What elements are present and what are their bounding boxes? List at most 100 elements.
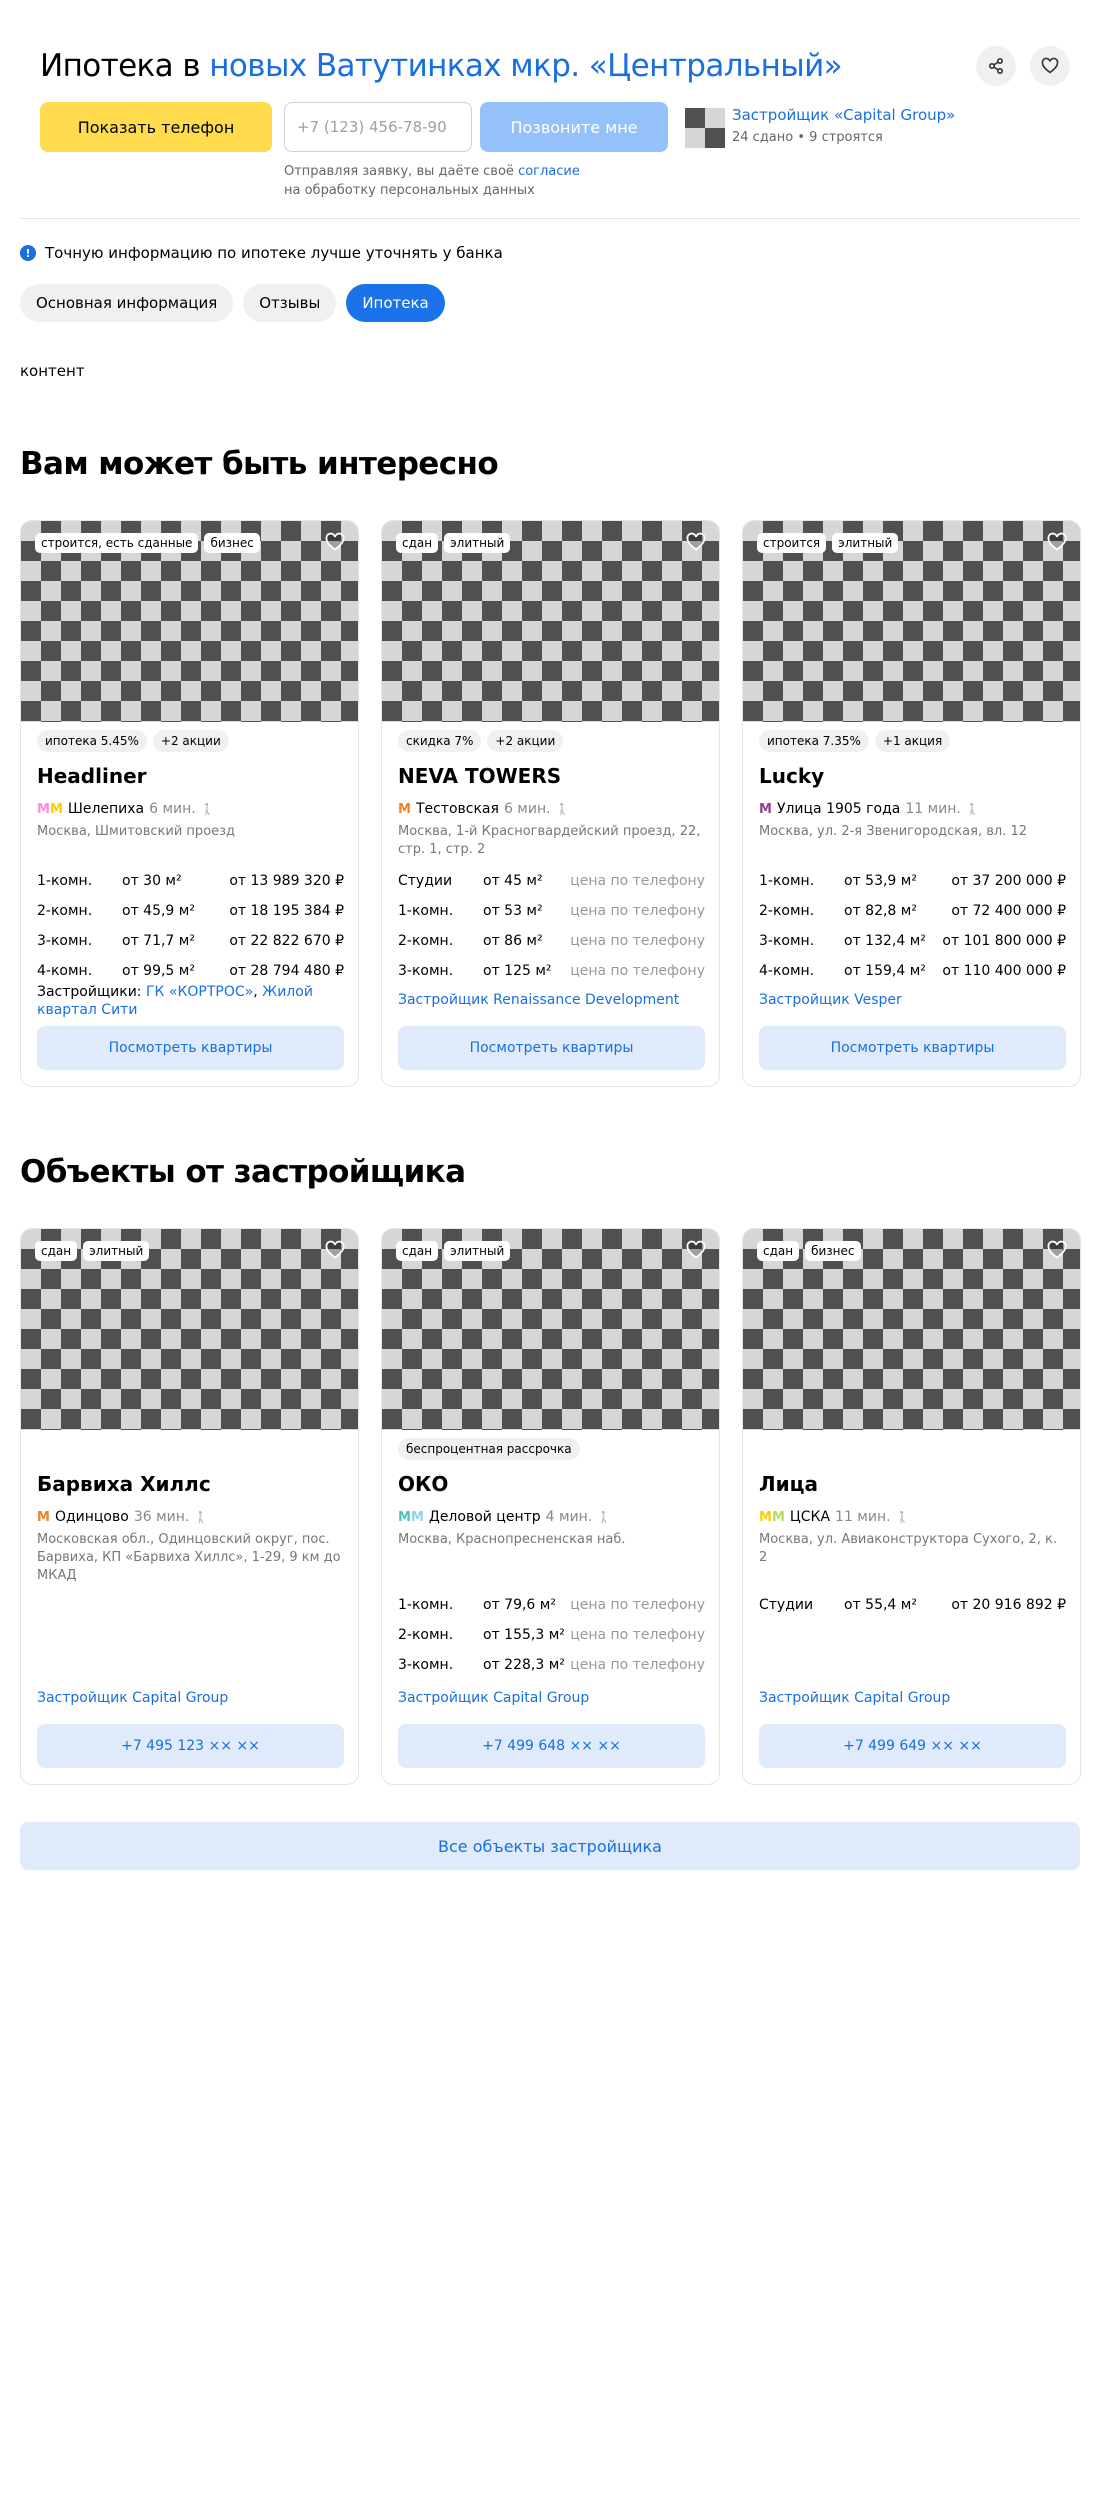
developer-link[interactable]: ГК «КОРТРОС» — [146, 984, 253, 1000]
card-tags: сдан бизнес — [757, 1241, 861, 1261]
complex-photo[interactable]: сдан элитный — [21, 1229, 358, 1430]
flat-row[interactable]: 3-комн. от 228,3 м² цена по телефону — [398, 1657, 705, 1679]
promo-badge[interactable]: ипотека 7.35% — [759, 730, 869, 752]
flat-row[interactable]: 1-комн. от 79,6 м² цена по телефону — [398, 1597, 705, 1619]
metro-name: Одинцово — [54, 1509, 129, 1525]
flat-row[interactable]: 4-комн. от 159,4 м² от 110 400 000 ₽ — [759, 963, 1066, 985]
complex-link[interactable]: новых Ватутинках мкр. «Центральный» — [209, 48, 842, 84]
promo-badge[interactable]: +2 акции — [152, 730, 229, 752]
complex-name[interactable]: ОКО — [398, 1472, 448, 1496]
flat-row[interactable]: 1-комн. от 53,9 м² от 37 200 000 ₽ — [759, 873, 1066, 895]
flat-row[interactable]: 3-комн. от 71,7 м² от 22 822 670 ₽ — [37, 933, 344, 955]
flat-row[interactable]: 3-комн. от 132,4 м² от 101 800 000 ₽ — [759, 933, 1066, 955]
metro-icon: MM — [759, 1510, 785, 1525]
status-badge: сдан — [396, 1241, 439, 1261]
metro-time: 6 мин. — [503, 801, 551, 817]
promo-row: беспроцентная рассрочка — [398, 1438, 580, 1460]
complex-card[interactable]: сдан элитный скидка 7% +2 акции NEVA TOWERS M… — [381, 520, 720, 1087]
card-action-button[interactable]: +7 495 123 ×× ×× — [37, 1724, 344, 1768]
promo-badge[interactable]: скидка 7% — [398, 730, 482, 752]
heart-icon[interactable] — [324, 531, 346, 553]
card-action-button[interactable]: Посмотреть квартиры — [37, 1026, 344, 1070]
flat-row[interactable]: Студии от 55,4 м² от 20 916 892 ₽ — [759, 1597, 1066, 1619]
page-title: Ипотека в новых Ватутинках мкр. «Централ… — [40, 46, 1070, 86]
complex-name[interactable]: Лица — [759, 1472, 818, 1496]
share-button[interactable] — [976, 46, 1016, 86]
card-action-button[interactable]: Посмотреть квартиры — [398, 1026, 705, 1070]
metro-name: Шелепиха — [67, 801, 145, 817]
promo-badge[interactable]: +1 акция — [874, 730, 951, 752]
flat-price: цена по телефону — [570, 963, 705, 979]
metro-station: M Тестовская 6 мин. 🚶 — [398, 801, 569, 817]
heart-icon[interactable] — [685, 531, 707, 553]
developer-link[interactable]: Застройщик Capital Group — [37, 1690, 228, 1706]
divider — [20, 218, 1080, 219]
complex-name[interactable]: Lucky — [759, 764, 824, 788]
promo-badge[interactable]: ипотека 5.45% — [37, 730, 147, 752]
tab-reviews[interactable]: Отзывы — [243, 284, 337, 322]
card-action-button[interactable]: Посмотреть квартиры — [759, 1026, 1066, 1070]
promo-badge[interactable]: беспроцентная рассрочка — [398, 1438, 580, 1460]
walk-icon: 🚶 — [194, 1510, 209, 1524]
complex-photo[interactable]: сдан элитный — [382, 521, 719, 722]
favorite-button[interactable] — [1030, 46, 1070, 86]
metro-time: 6 мин. — [149, 801, 196, 817]
heart-icon[interactable] — [685, 1239, 707, 1261]
metro-line-icon: M — [49, 801, 63, 817]
heart-icon[interactable] — [1046, 1239, 1068, 1261]
metro-name: Деловой центр — [428, 1509, 541, 1525]
heart-icon[interactable] — [1046, 531, 1068, 553]
complex-address: Москва, Краснопресненская наб. — [398, 1532, 626, 1547]
complex-card[interactable]: строится элитный ипотека 7.35% +1 акция Luck… — [742, 520, 1081, 1087]
phone-input[interactable] — [284, 102, 472, 152]
developer-line: Застройщик Capital Group — [37, 1689, 344, 1707]
complex-card[interactable]: сдан элитный Барвиха Хиллс M Одинцово 36 мин.… — [20, 1228, 359, 1785]
complex-card[interactable]: сдан элитный беспроцентная рассрочка ОКО MM Д… — [381, 1228, 720, 1785]
developer-logo[interactable] — [685, 108, 725, 148]
info-icon: ! — [20, 245, 36, 261]
flat-row[interactable]: 2-комн. от 45,9 м² от 18 195 384 ₽ — [37, 903, 344, 925]
developer-link[interactable]: Застройщик Capital Group — [759, 1690, 950, 1706]
flat-area: от 132,4 м² — [844, 933, 926, 949]
flat-row[interactable]: 2-комн. от 82,8 м² от 72 400 000 ₽ — [759, 903, 1066, 925]
all-objects-button[interactable]: Все объекты застройщика — [20, 1822, 1080, 1870]
complex-name[interactable]: Барвиха Хиллс — [37, 1472, 211, 1496]
promo-badge[interactable]: +2 акции — [487, 730, 564, 752]
complex-photo[interactable]: строится элитный — [743, 521, 1080, 722]
flat-row[interactable]: 3-комн. от 125 м² цена по телефону — [398, 963, 705, 985]
flat-type: 2-комн. — [759, 903, 815, 919]
complex-name[interactable]: NEVA TOWERS — [398, 764, 561, 788]
call-me-button[interactable]: Позвоните мне — [480, 102, 668, 152]
complex-photo[interactable]: сдан бизнес — [743, 1229, 1080, 1430]
flat-row[interactable]: 2-комн. от 155,3 м² цена по телефону — [398, 1627, 705, 1649]
metro-station: MM Шелепиха 6 мин. 🚶 — [37, 801, 214, 817]
flat-type: 1-комн. — [398, 1597, 454, 1613]
heart-icon[interactable] — [324, 1239, 346, 1261]
developer-link[interactable]: Застройщик «Capital Group» — [732, 106, 955, 124]
developer-link[interactable]: Застройщик Vesper — [759, 992, 902, 1008]
flat-row[interactable]: 1-комн. от 53 м² цена по телефону — [398, 903, 705, 925]
tab-main-info[interactable]: Основная информация — [20, 284, 234, 322]
flat-price: цена по телефону — [570, 1627, 705, 1643]
complex-card[interactable]: строится, есть сданные бизнес ипотека 5.45… — [20, 520, 359, 1087]
complex-photo[interactable]: сдан элитный — [382, 1229, 719, 1430]
developer-line: Застройщик Capital Group — [398, 1689, 705, 1707]
developer-link[interactable]: Застройщик Capital Group — [398, 1690, 589, 1706]
card-action-button[interactable]: +7 499 649 ×× ×× — [759, 1724, 1066, 1768]
flat-row[interactable]: 1-комн. от 30 м² от 13 989 320 ₽ — [37, 873, 344, 895]
card-action-button[interactable]: +7 499 648 ×× ×× — [398, 1724, 705, 1768]
tab-mortgage[interactable]: Ипотека — [346, 284, 445, 322]
complex-photo[interactable]: строится, есть сданные бизнес — [21, 521, 358, 722]
flat-row[interactable]: Студии от 45 м² цена по телефону — [398, 873, 705, 895]
developer-stats: 24 сдано • 9 строятся — [732, 130, 883, 145]
complex-name[interactable]: Headliner — [37, 764, 147, 788]
complex-card[interactable]: сдан бизнес Лица MM ЦСКА 11 мин. 🚶 Москва, ул. … — [742, 1228, 1081, 1785]
heart-icon — [1041, 57, 1059, 74]
flat-row[interactable]: 2-комн. от 86 м² цена по телефону — [398, 933, 705, 955]
metro-icon: MM — [398, 1510, 424, 1525]
consent-link[interactable]: согласие — [518, 164, 580, 179]
show-phone-button[interactable]: Показать телефон — [40, 102, 272, 152]
walk-icon: 🚶 — [555, 802, 570, 816]
flat-row[interactable]: 4-комн. от 99,5 м² от 28 794 480 ₽ — [37, 963, 344, 985]
developer-link[interactable]: Застройщик Renaissance Development — [398, 992, 679, 1008]
